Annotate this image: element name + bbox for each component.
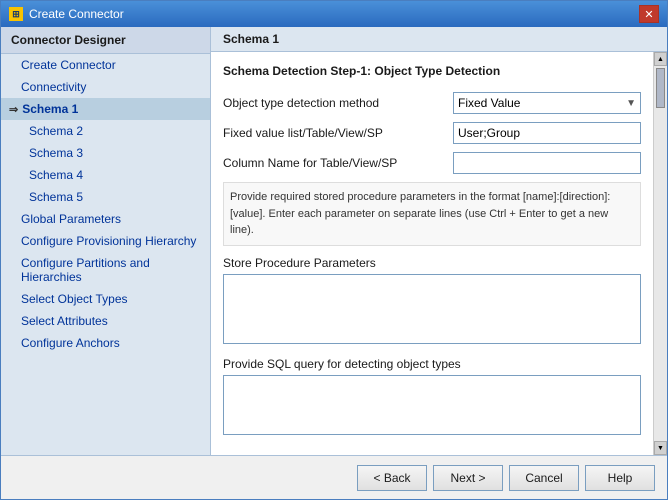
- sidebar-item-select-object-types[interactable]: Select Object Types: [1, 288, 210, 310]
- active-arrow-icon: ⇒: [9, 103, 18, 116]
- scrollbar-down-button[interactable]: ▼: [654, 441, 667, 455]
- back-button[interactable]: < Back: [357, 465, 427, 491]
- scrollbar-thumb[interactable]: [656, 68, 665, 108]
- sidebar: Connector Designer Create Connector Conn…: [1, 27, 211, 455]
- main-area: Schema 1 Schema Detection Step-1: Object…: [211, 27, 667, 455]
- scrollbar[interactable]: ▲ ▼: [653, 52, 667, 455]
- sidebar-item-select-attributes[interactable]: Select Attributes: [1, 310, 210, 332]
- next-button[interactable]: Next >: [433, 465, 503, 491]
- sidebar-item-configure-provisioning[interactable]: Configure Provisioning Hierarchy: [1, 230, 210, 252]
- main-window: ⊞ Create Connector ✕ Connector Designer …: [0, 0, 668, 500]
- sidebar-header: Connector Designer: [1, 27, 210, 54]
- content-area: Connector Designer Create Connector Conn…: [1, 27, 667, 455]
- help-button[interactable]: Help: [585, 465, 655, 491]
- sidebar-item-schema2[interactable]: Schema 2: [1, 120, 210, 142]
- column-name-row: Column Name for Table/View/SP: [223, 152, 641, 174]
- column-name-label: Column Name for Table/View/SP: [223, 156, 453, 170]
- scrollbar-up-button[interactable]: ▲: [654, 52, 667, 66]
- store-procedure-textarea[interactable]: [223, 274, 641, 344]
- sidebar-item-create-connector[interactable]: Create Connector: [1, 54, 210, 76]
- column-name-input[interactable]: [453, 152, 641, 174]
- footer: < Back Next > Cancel Help: [1, 455, 667, 499]
- fixed-value-control: [453, 122, 641, 144]
- close-button[interactable]: ✕: [639, 5, 659, 23]
- detection-method-control: Fixed Value ▼: [453, 92, 641, 114]
- detection-method-value: Fixed Value: [458, 96, 520, 110]
- title-bar-left: ⊞ Create Connector: [9, 7, 124, 21]
- window-title: Create Connector: [29, 7, 124, 21]
- sidebar-item-configure-anchors[interactable]: Configure Anchors: [1, 332, 210, 354]
- app-icon: ⊞: [9, 7, 23, 21]
- sidebar-item-connectivity[interactable]: Connectivity: [1, 76, 210, 98]
- detection-method-row: Object type detection method Fixed Value…: [223, 92, 641, 114]
- fixed-value-row: Fixed value list/Table/View/SP: [223, 122, 641, 144]
- main-header: Schema 1: [211, 27, 667, 52]
- column-name-control: [453, 152, 641, 174]
- sidebar-item-schema3[interactable]: Schema 3: [1, 142, 210, 164]
- detection-method-dropdown[interactable]: Fixed Value ▼: [453, 92, 641, 114]
- sidebar-item-schema1[interactable]: ⇒ Schema 1: [1, 98, 210, 120]
- section-title: Schema Detection Step-1: Object Type Det…: [223, 64, 641, 78]
- main-content: Schema Detection Step-1: Object Type Det…: [211, 52, 653, 455]
- store-procedure-label: Store Procedure Parameters: [223, 256, 641, 270]
- sql-textarea[interactable]: [223, 375, 641, 435]
- detection-method-label: Object type detection method: [223, 96, 453, 110]
- info-text: Provide required stored procedure parame…: [223, 182, 641, 246]
- fixed-value-label: Fixed value list/Table/View/SP: [223, 126, 453, 140]
- dropdown-arrow-icon: ▼: [626, 98, 636, 109]
- fixed-value-input[interactable]: [453, 122, 641, 144]
- schema1-label: Schema 1: [22, 102, 78, 116]
- sidebar-item-schema5[interactable]: Schema 5: [1, 186, 210, 208]
- title-bar: ⊞ Create Connector ✕: [1, 1, 667, 27]
- cancel-button[interactable]: Cancel: [509, 465, 579, 491]
- sql-label: Provide SQL query for detecting object t…: [223, 357, 641, 371]
- sidebar-item-configure-partitions[interactable]: Configure Partitions and Hierarchies: [1, 252, 210, 288]
- sidebar-item-global-parameters[interactable]: Global Parameters: [1, 208, 210, 230]
- sidebar-item-schema4[interactable]: Schema 4: [1, 164, 210, 186]
